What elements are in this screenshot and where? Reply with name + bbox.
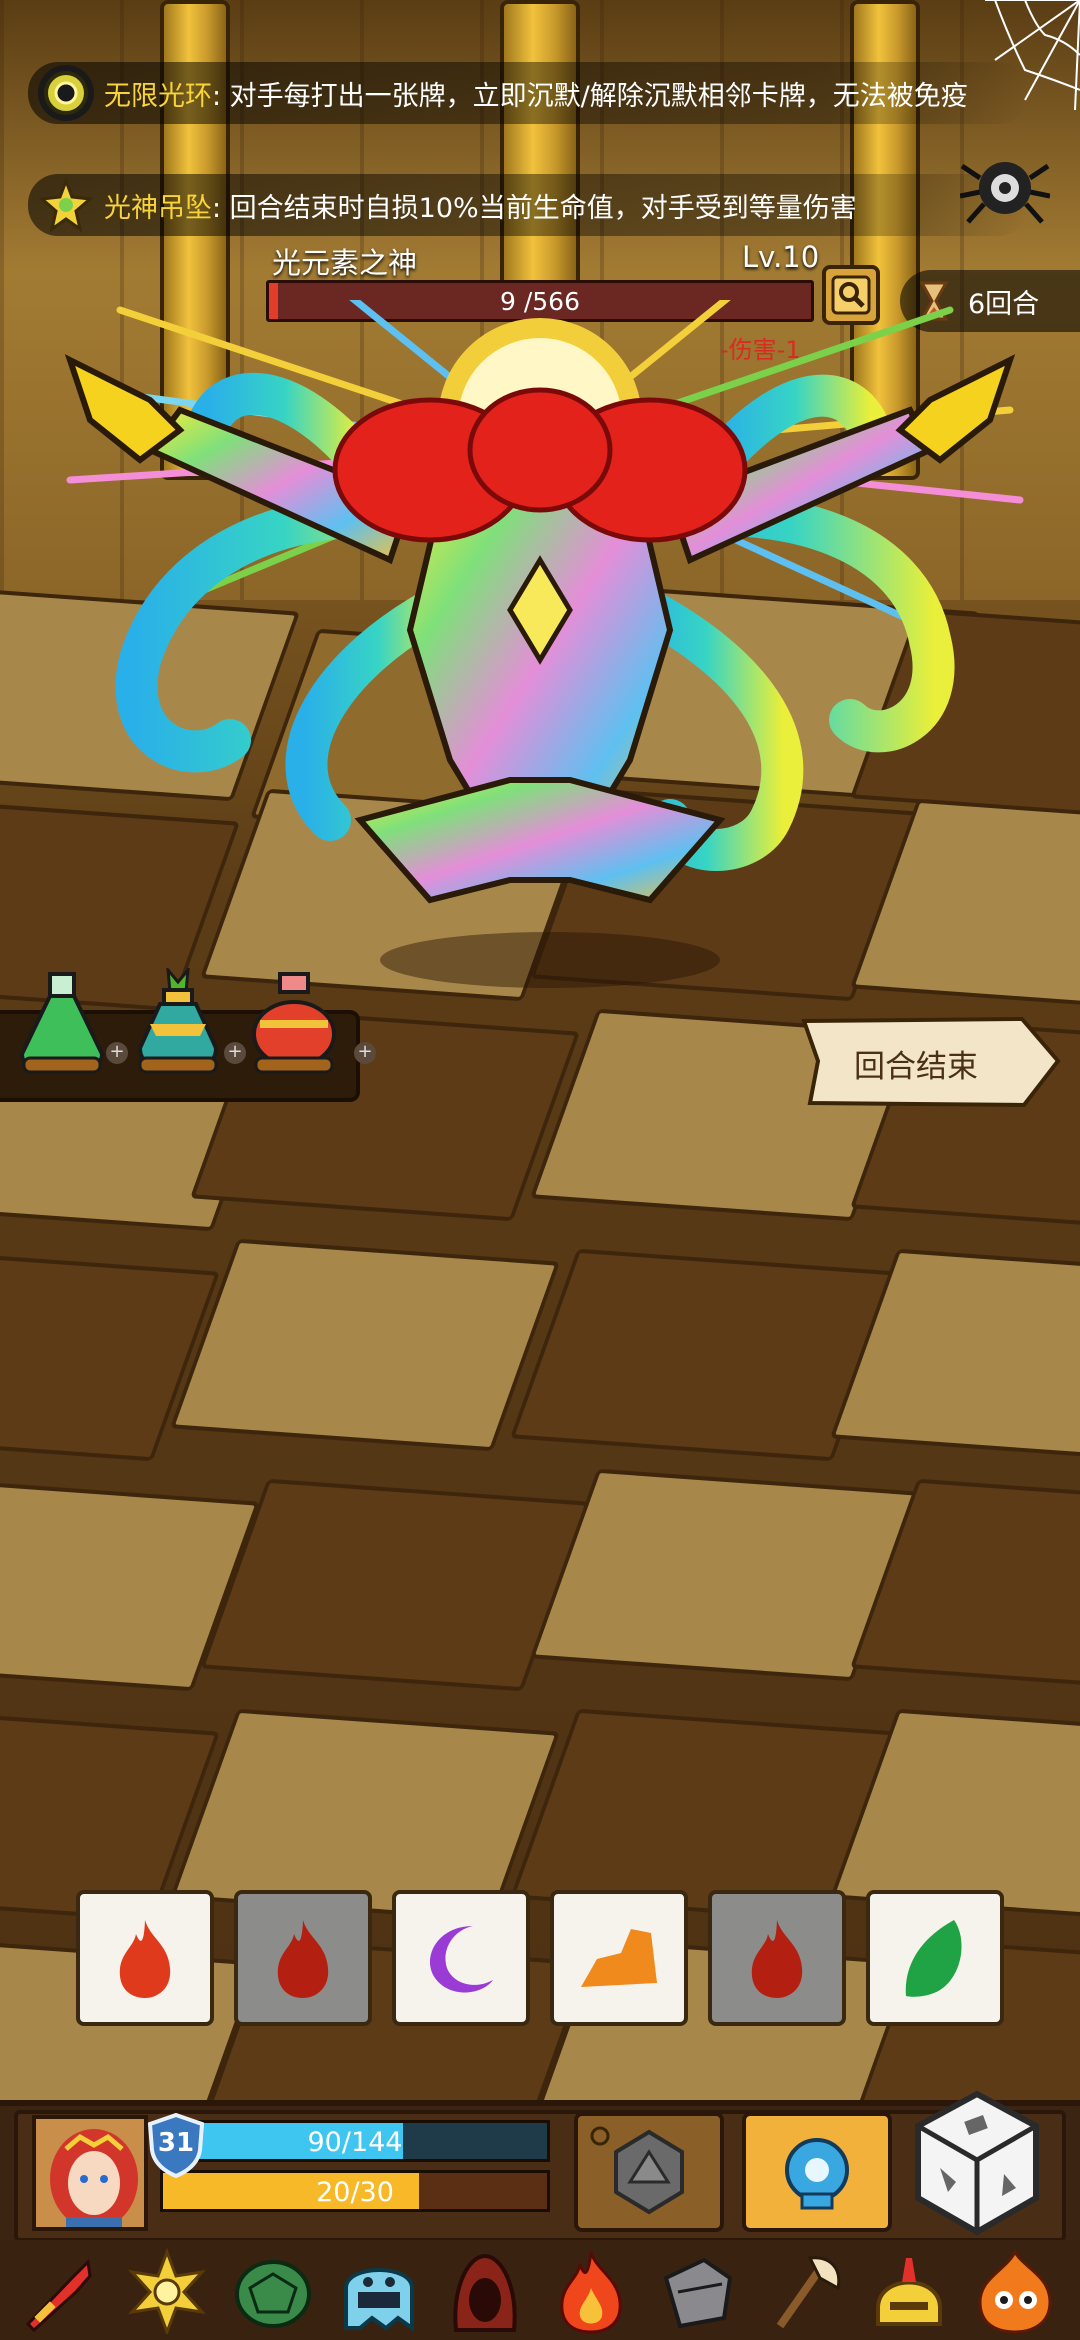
green-potion-icon[interactable]	[14, 968, 110, 1078]
dice-card-leaf[interactable]	[866, 1890, 1004, 2026]
floating-damage: -伤害-1	[720, 336, 801, 364]
add-slot-icon: +	[224, 1042, 246, 1064]
player-hp-bar: 90/144	[160, 2120, 550, 2162]
crescent-icon	[429, 1926, 493, 1993]
player-energy-bar: 20/30	[160, 2170, 550, 2212]
buff-name: 无限光环	[104, 80, 212, 112]
boss-level: Lv.10	[742, 240, 820, 274]
item-slot[interactable]	[654, 2248, 740, 2334]
end-turn-button[interactable]: 回合结束	[800, 1015, 1062, 1109]
artifact-slot-skull[interactable]	[742, 2112, 892, 2232]
spider-settings-icon[interactable]	[960, 148, 1050, 228]
dice-card-fire[interactable]	[76, 1890, 214, 2026]
item-slot[interactable]	[124, 2248, 210, 2334]
buff-effect: : 回合结束时自损10%当前生命值，对手受到等量伤害	[212, 192, 857, 224]
player-energy-text: 20/30	[316, 2177, 394, 2208]
helmet-icon	[876, 2258, 942, 2326]
dice-card-earth[interactable]	[550, 1890, 688, 2026]
player-hp-text: 90/144	[307, 2127, 403, 2158]
buff-effect: : 对手每打出一张牌，立即沉默/解除沉默相邻卡牌，无法被免疫	[212, 80, 968, 112]
buff-description: 光神吊坠: 回合结束时自损10%当前生命值，对手受到等量伤害	[104, 186, 857, 225]
gauntlet-icon	[663, 2257, 733, 2329]
player-avatar[interactable]	[32, 2115, 148, 2231]
item-slot[interactable]	[760, 2248, 846, 2334]
add-slot-icon: +	[106, 1042, 128, 1064]
buff-name: 光神吊坠	[104, 192, 212, 224]
dice-card-fire-used[interactable]	[234, 1890, 372, 2026]
rock-icon	[581, 1929, 657, 1987]
axe-icon	[776, 2256, 841, 2329]
buff-description: 无限光环: 对手每打出一张牌，立即沉默/解除沉默相邻卡牌，无法被免疫	[104, 74, 968, 113]
item-slot[interactable]	[336, 2248, 422, 2334]
item-slot[interactable]	[442, 2248, 528, 2334]
center-pillar	[500, 0, 580, 300]
sun-medal-icon	[128, 2248, 206, 2334]
item-slot[interactable]	[548, 2248, 634, 2334]
blue-skull-icon	[785, 2138, 849, 2210]
flame-icon	[119, 1920, 171, 1998]
fire-icon	[560, 2251, 622, 2334]
turtle-shell-icon	[235, 2260, 311, 2328]
buff-row-1[interactable]: 无限光环: 对手每打出一张牌，立即沉默/解除沉默相邻卡牌，无法被免疫	[28, 62, 1028, 124]
hood-icon	[453, 2253, 517, 2332]
teal-potion-icon[interactable]	[130, 968, 226, 1078]
ghost-slime-icon	[344, 2268, 414, 2332]
dice-card-moon[interactable]	[392, 1890, 530, 2026]
artifact-slot-dice[interactable]	[574, 2112, 724, 2232]
item-slot[interactable]	[866, 2248, 952, 2334]
pendant-icon	[38, 177, 94, 233]
dice-card-fire-used[interactable]	[708, 1890, 846, 2026]
item-slot[interactable]	[230, 2248, 316, 2334]
boss-light-god[interactable]	[30, 300, 1050, 1020]
fire-eyes-icon	[978, 2248, 1052, 2334]
boss-name: 光元素之神	[272, 246, 418, 280]
item-slot[interactable]	[18, 2248, 104, 2334]
item-slot[interactable]	[972, 2248, 1058, 2334]
leaf-icon	[905, 1920, 962, 1997]
sword-icon	[25, 2258, 92, 2333]
roll-dice-button[interactable]	[912, 2088, 1042, 2238]
red-potion-icon[interactable]	[246, 968, 342, 1078]
shield-value: 31	[157, 2128, 195, 2158]
flame-icon	[277, 1920, 329, 1998]
ring-icon	[38, 65, 94, 121]
d20-icon	[590, 2126, 684, 2215]
flame-icon	[751, 1920, 803, 1998]
end-turn-label: 回合结束	[854, 1049, 978, 1085]
hero-portrait-icon	[36, 2119, 144, 2227]
buff-row-2[interactable]: 光神吊坠: 回合结束时自损10%当前生命值，对手受到等量伤害	[28, 174, 1028, 236]
add-slot-icon: +	[354, 1042, 376, 1064]
